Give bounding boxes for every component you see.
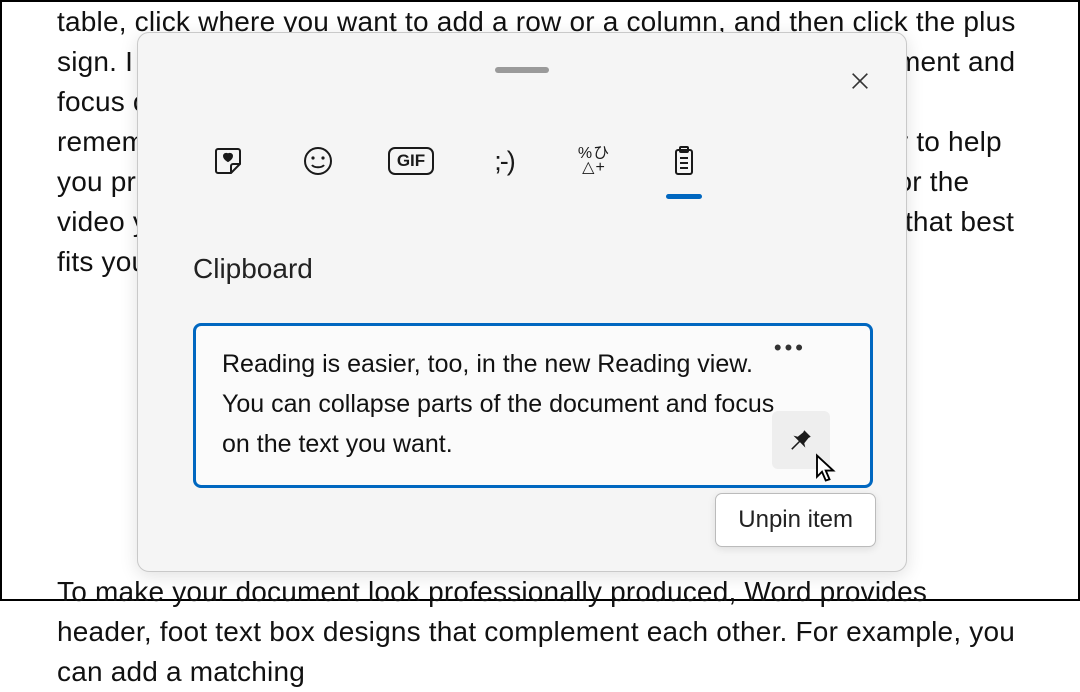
- section-title: Clipboard: [193, 253, 313, 285]
- tab-gif[interactable]: GIF: [388, 147, 434, 175]
- close-button[interactable]: [842, 63, 878, 99]
- symbols-icon: %ひ △+: [578, 147, 610, 175]
- doc-paragraph-2: To make your document look professionall…: [57, 572, 1023, 692]
- tab-symbols[interactable]: %ひ △+: [574, 141, 614, 181]
- ellipsis-icon: •••: [774, 335, 806, 360]
- tab-emoji[interactable]: [298, 141, 338, 181]
- clipboard-icon: [668, 145, 700, 177]
- category-tabs: GIF ;-) %ひ △+: [208, 141, 704, 181]
- emoji-clipboard-panel: GIF ;-) %ひ △+ Clipboard Reading is easie…: [137, 32, 907, 572]
- tooltip: Unpin item: [715, 493, 876, 547]
- drag-handle[interactable]: [495, 67, 549, 73]
- pin-icon: [788, 427, 814, 453]
- clipboard-item-text: Reading is easier, too, in the new Readi…: [222, 350, 774, 458]
- tab-kaomoji[interactable]: ;-): [484, 141, 524, 181]
- close-icon: [849, 70, 871, 92]
- sticker-heart-icon: [212, 145, 244, 177]
- tooltip-text: Unpin item: [738, 506, 853, 533]
- smiley-icon: [302, 145, 334, 177]
- tab-clipboard[interactable]: [664, 141, 704, 181]
- clipboard-item[interactable]: Reading is easier, too, in the new Readi…: [193, 323, 873, 488]
- gif-label: GIF: [397, 151, 425, 171]
- tab-favorites[interactable]: [208, 141, 248, 181]
- pin-button[interactable]: [772, 411, 830, 469]
- item-more-button[interactable]: •••: [774, 335, 806, 361]
- kaomoji-label: ;-): [494, 146, 513, 177]
